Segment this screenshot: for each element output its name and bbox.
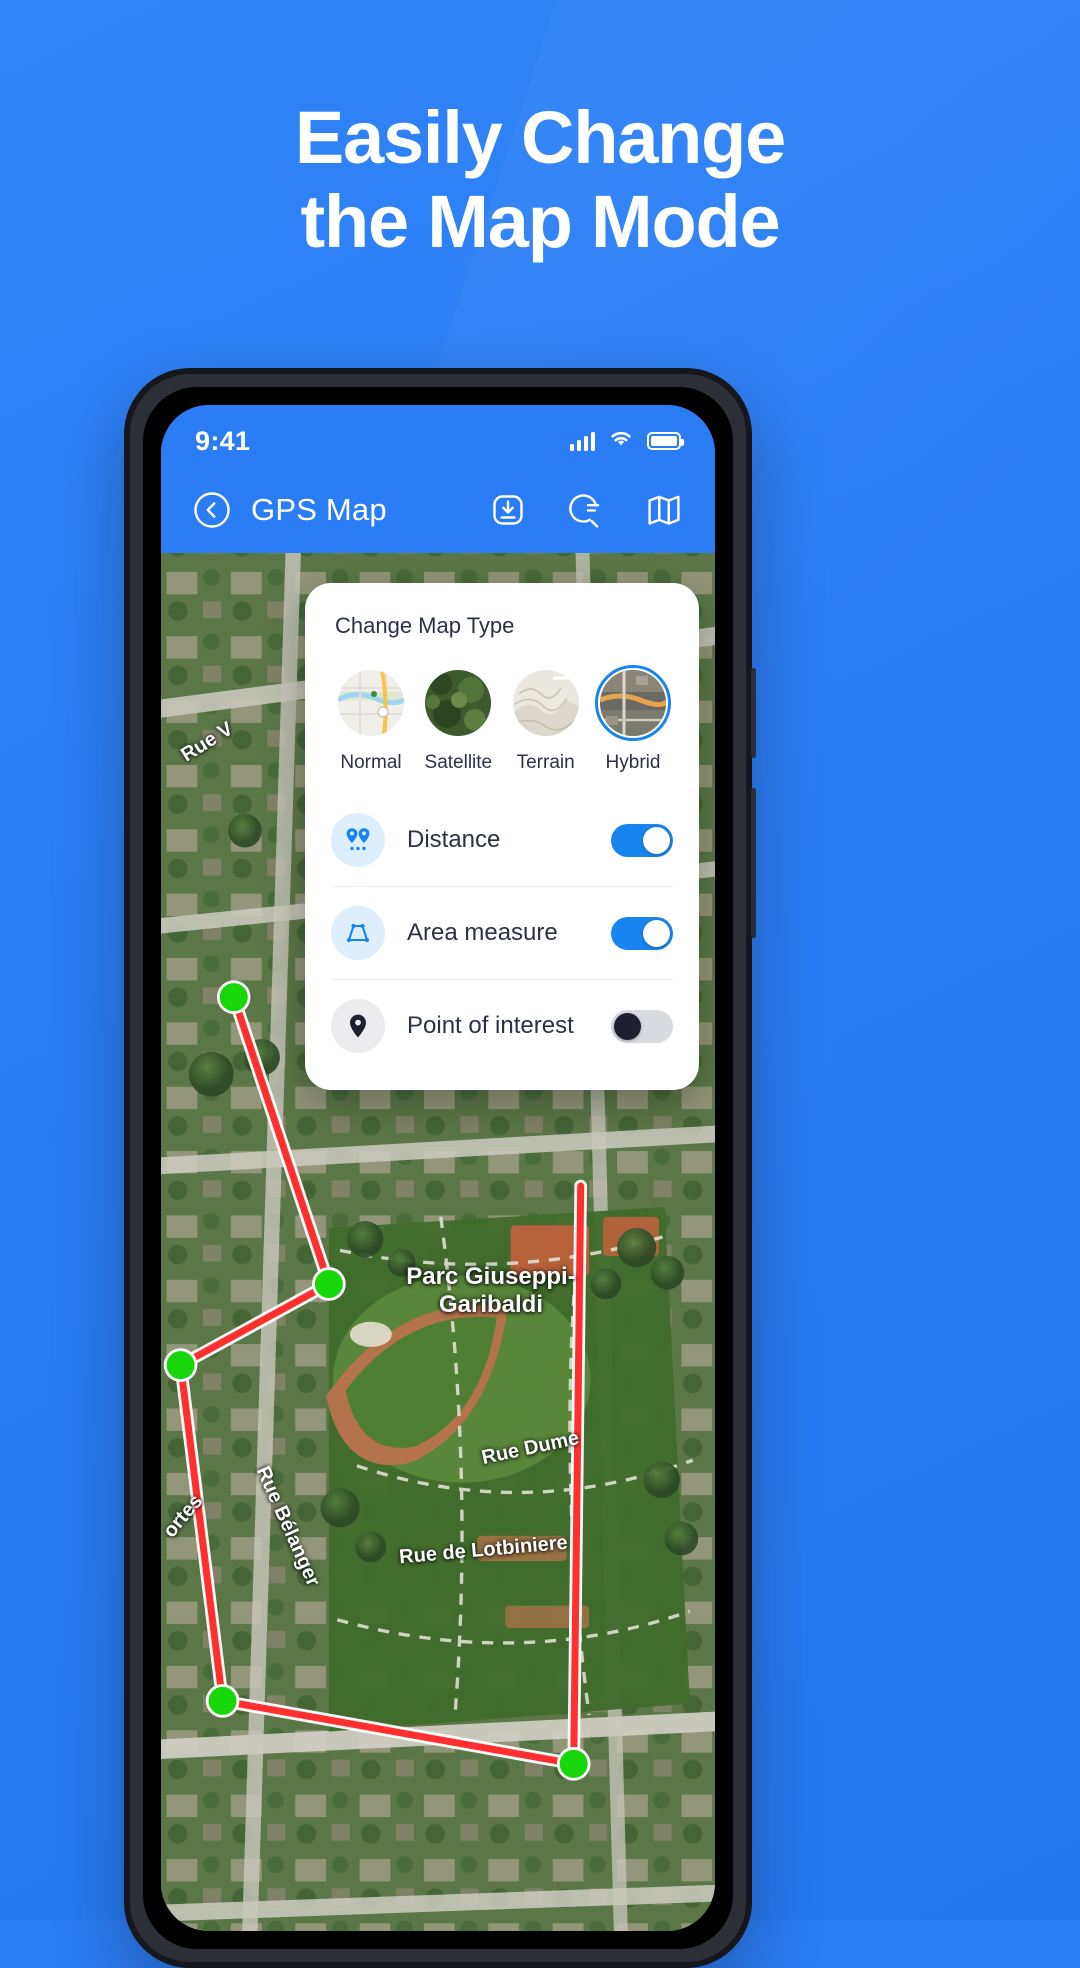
map-type-ring: [508, 665, 584, 741]
option-row-distance[interactable]: Distance: [331, 794, 673, 887]
map-pin-icon: [331, 999, 385, 1053]
area-shape-icon: [331, 906, 385, 960]
search-list-icon[interactable]: [565, 489, 607, 531]
map-type-ring: [420, 665, 496, 741]
promo-headline: Easily Change the Map Mode: [0, 96, 1080, 265]
status-bar-time: 9:41: [195, 425, 251, 456]
signal-icon: [569, 431, 595, 451]
distance-pins-icon: [331, 813, 385, 867]
phone-frame: 9:41 GPS Map Parc Giuseppi- Garibaldi Ru…: [130, 374, 746, 1962]
headline-line-1: Easily Change: [294, 96, 786, 179]
map-type-normal[interactable]: Normal: [329, 665, 413, 774]
area-measure-toggle[interactable]: [611, 916, 673, 950]
option-label: Point of interest: [407, 1012, 574, 1039]
toggle-knob: [614, 1012, 641, 1040]
toggle-knob: [643, 826, 670, 854]
map-type-label: Hybrid: [605, 752, 661, 773]
normal-map-thumb: [338, 670, 404, 736]
status-bar-icons: [569, 429, 684, 453]
map-type-label: Satellite: [424, 752, 493, 773]
headline-line-2: the Map Mode: [300, 180, 781, 264]
option-label: Area measure: [407, 919, 558, 946]
map-type-satellite[interactable]: Satellite: [416, 665, 500, 774]
phone-bezel: 9:41 GPS Map Parc Giuseppi- Garibaldi Ru…: [143, 387, 733, 1949]
phone-mockup: 9:41 GPS Map Parc Giuseppi- Garibaldi Ru…: [124, 368, 756, 1968]
option-row-point-of-interest[interactable]: Point of interest: [331, 980, 673, 1072]
phone-screen: 9:41 GPS Map Parc Giuseppi- Garibaldi Ru…: [161, 405, 715, 1931]
map-layers-icon[interactable]: [643, 489, 685, 531]
map-type-ring-selected: [594, 665, 671, 741]
battery-icon: [647, 432, 684, 450]
back-circle-icon[interactable]: [191, 489, 233, 531]
download-icon[interactable]: [487, 489, 529, 531]
page-title: GPS Map: [251, 492, 387, 527]
map-type-ring: [333, 665, 409, 741]
map-type-label: Normal: [340, 752, 402, 773]
dialog-title: Change Map Type: [335, 613, 515, 638]
option-row-area-measure[interactable]: Area measure: [331, 887, 673, 980]
app-bar: GPS Map: [161, 467, 715, 553]
wifi-icon: [608, 429, 634, 453]
terrain-map-thumb: [512, 670, 579, 736]
hybrid-map-thumb: [599, 670, 666, 736]
map-type-label: Terrain: [516, 752, 575, 773]
map-type-list: Normal Satellite Terrain Hybrid: [305, 639, 699, 778]
app-bar-actions: [487, 489, 685, 531]
status-bar: 9:41: [161, 405, 715, 467]
map-type-terrain[interactable]: Terrain: [504, 665, 588, 774]
toggle-knob: [643, 919, 670, 947]
phone-power-button: [751, 788, 756, 938]
change-map-type-dialog: Change Map Type Normal Satellite Terrain…: [305, 583, 699, 1090]
distance-toggle[interactable]: [611, 823, 673, 857]
map-canvas[interactable]: Parc Giuseppi-Garibaldi Rue V -CU Rue Du…: [161, 553, 715, 1931]
map-type-hybrid[interactable]: Hybrid: [591, 665, 675, 774]
option-label: Distance: [407, 826, 501, 853]
phone-volume-button: [751, 668, 756, 758]
point-of-interest-toggle[interactable]: [611, 1009, 673, 1043]
satellite-map-thumb: [425, 670, 492, 736]
map-options-list: Distance Area measure Point of interest: [305, 778, 699, 1072]
